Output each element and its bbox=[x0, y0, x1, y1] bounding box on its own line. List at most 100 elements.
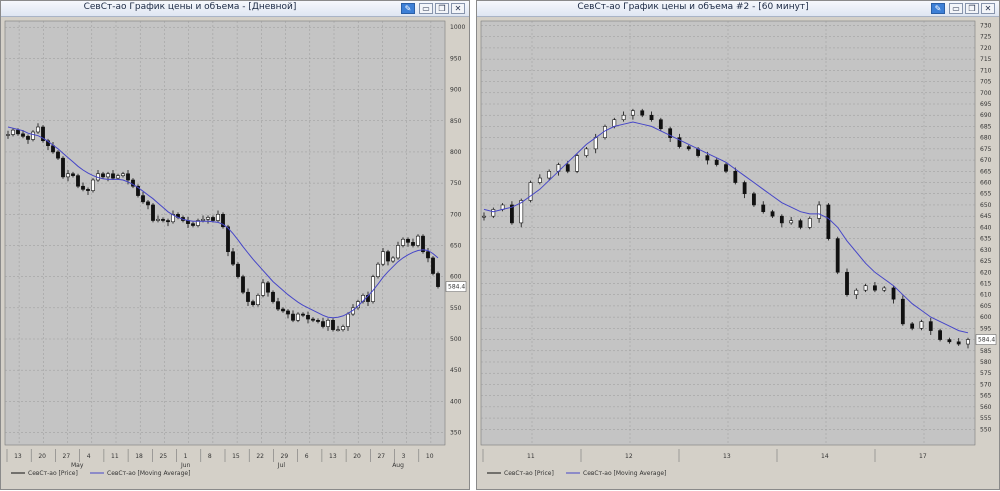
price-candle bbox=[21, 133, 25, 137]
y-tick-label: 715 bbox=[980, 56, 992, 63]
minimize-icon[interactable]: ▭ bbox=[949, 3, 963, 14]
y-tick-label: 625 bbox=[980, 258, 992, 265]
y-tick-label: 580 bbox=[980, 359, 992, 366]
daily-price-chart[interactable]: 13 20 27 4 11 18 25 1 8 15 22 29 6 13 20 27 3 10May Jun Jul… bbox=[1, 17, 471, 491]
price-candle bbox=[386, 251, 390, 262]
price-candle bbox=[126, 173, 130, 181]
price-candle bbox=[835, 238, 840, 273]
close-icon[interactable]: ✕ bbox=[981, 3, 995, 14]
y-tick-label: 555 bbox=[980, 415, 992, 422]
close-icon[interactable]: ✕ bbox=[451, 3, 465, 14]
x-tick-label: 13 bbox=[329, 453, 337, 460]
y-tick-label: 630 bbox=[980, 247, 992, 254]
price-candle bbox=[537, 177, 542, 183]
price-candle bbox=[798, 220, 803, 228]
x-tick-label: 11 bbox=[111, 453, 119, 460]
pencil-icon[interactable]: ✎ bbox=[931, 3, 945, 14]
x-tick-label: 17 bbox=[919, 453, 927, 460]
legend-ma-label: СевСт-ао [Moving Average] bbox=[107, 470, 190, 477]
x-tick-label: 27 bbox=[377, 453, 385, 460]
y-tick-label: 575 bbox=[980, 370, 992, 377]
price-candle bbox=[151, 204, 155, 221]
price-candle bbox=[406, 238, 410, 243]
price-candle bbox=[584, 148, 589, 156]
y-tick-label: 645 bbox=[980, 213, 992, 220]
x-tick-label: 18 bbox=[135, 453, 143, 460]
price-candle bbox=[166, 220, 170, 223]
price-candle bbox=[291, 313, 295, 321]
price-candle bbox=[11, 129, 15, 135]
price-candle bbox=[714, 159, 719, 165]
restore-icon[interactable]: ❐ bbox=[965, 3, 979, 14]
x-tick-label: 22 bbox=[256, 453, 264, 460]
daily-chart-window: СевСт-ао График цены и объема - [Дневной… bbox=[0, 0, 470, 490]
price-candle bbox=[26, 136, 30, 140]
hourly-chart-window: СевСт-ао График цены и объема #2 - [60 м… bbox=[476, 0, 1000, 490]
price-candle bbox=[121, 173, 125, 176]
y-tick-label: 605 bbox=[980, 303, 992, 310]
minimize-icon[interactable]: ▭ bbox=[419, 3, 433, 14]
y-tick-label: 700 bbox=[450, 211, 462, 218]
x-tick-label: 4 bbox=[87, 453, 91, 460]
price-candle bbox=[211, 217, 215, 221]
price-candle bbox=[376, 263, 380, 277]
hourly-price-chart[interactable]: 1112131417550555560565570575580585590595… bbox=[477, 17, 1000, 491]
price-candle bbox=[271, 291, 275, 302]
restore-icon[interactable]: ❐ bbox=[435, 3, 449, 14]
price-candle bbox=[321, 321, 325, 327]
price-candle bbox=[612, 119, 617, 127]
price-candle bbox=[306, 315, 310, 320]
price-candle bbox=[779, 215, 784, 224]
price-candle bbox=[956, 341, 961, 345]
price-candle bbox=[854, 289, 859, 295]
pencil-icon[interactable]: ✎ bbox=[401, 3, 415, 14]
y-tick-label: 600 bbox=[980, 314, 992, 321]
y-tick-label: 500 bbox=[450, 336, 462, 343]
y-tick-label: 400 bbox=[450, 398, 462, 405]
y-tick-label: 565 bbox=[980, 393, 992, 400]
y-tick-label: 690 bbox=[980, 112, 992, 119]
price-candle bbox=[261, 282, 265, 296]
price-candle bbox=[621, 114, 626, 121]
y-tick-label: 550 bbox=[450, 305, 462, 312]
price-candle bbox=[316, 319, 320, 322]
price-candle bbox=[226, 226, 230, 253]
price-candle bbox=[241, 276, 245, 293]
x-tick-label: 6 bbox=[305, 453, 309, 460]
y-tick-label: 650 bbox=[980, 202, 992, 209]
price-candle bbox=[301, 313, 305, 316]
price-candle bbox=[724, 164, 728, 172]
price-candle bbox=[882, 287, 887, 291]
price-candle bbox=[686, 146, 691, 150]
price-candle bbox=[71, 173, 75, 176]
y-tick-label: 685 bbox=[980, 123, 992, 130]
price-candle bbox=[575, 155, 579, 172]
price-candle bbox=[336, 329, 340, 331]
price-candle bbox=[246, 291, 250, 302]
price-candle bbox=[36, 126, 40, 133]
price-candle bbox=[216, 213, 220, 221]
price-candle bbox=[966, 339, 970, 345]
price-candle bbox=[91, 179, 95, 191]
y-tick-label: 600 bbox=[450, 274, 462, 281]
y-tick-label: 730 bbox=[980, 22, 992, 29]
daily-chart-titlebar: СевСт-ао График цены и объема - [Дневной… bbox=[1, 1, 469, 17]
price-candle bbox=[66, 173, 70, 178]
y-tick-label: 675 bbox=[980, 146, 992, 153]
y-tick-label: 350 bbox=[450, 430, 462, 437]
price-candle bbox=[61, 157, 65, 178]
price-candle bbox=[236, 263, 240, 277]
price-candle bbox=[431, 257, 435, 274]
price-candle bbox=[231, 251, 235, 265]
x-tick-label: 12 bbox=[625, 453, 633, 460]
price-candle bbox=[86, 189, 90, 191]
y-tick-label: 850 bbox=[450, 118, 462, 125]
price-candle bbox=[251, 301, 255, 306]
y-tick-label: 705 bbox=[980, 79, 992, 86]
price-candle bbox=[640, 110, 645, 116]
hourly-chart-title: СевСт-ао График цены и объема #2 - [60 м… bbox=[577, 2, 809, 12]
price-candle bbox=[900, 298, 905, 325]
y-tick-label: 680 bbox=[980, 135, 992, 142]
x-tick-label: 14 bbox=[821, 453, 829, 460]
price-candle bbox=[396, 245, 400, 259]
